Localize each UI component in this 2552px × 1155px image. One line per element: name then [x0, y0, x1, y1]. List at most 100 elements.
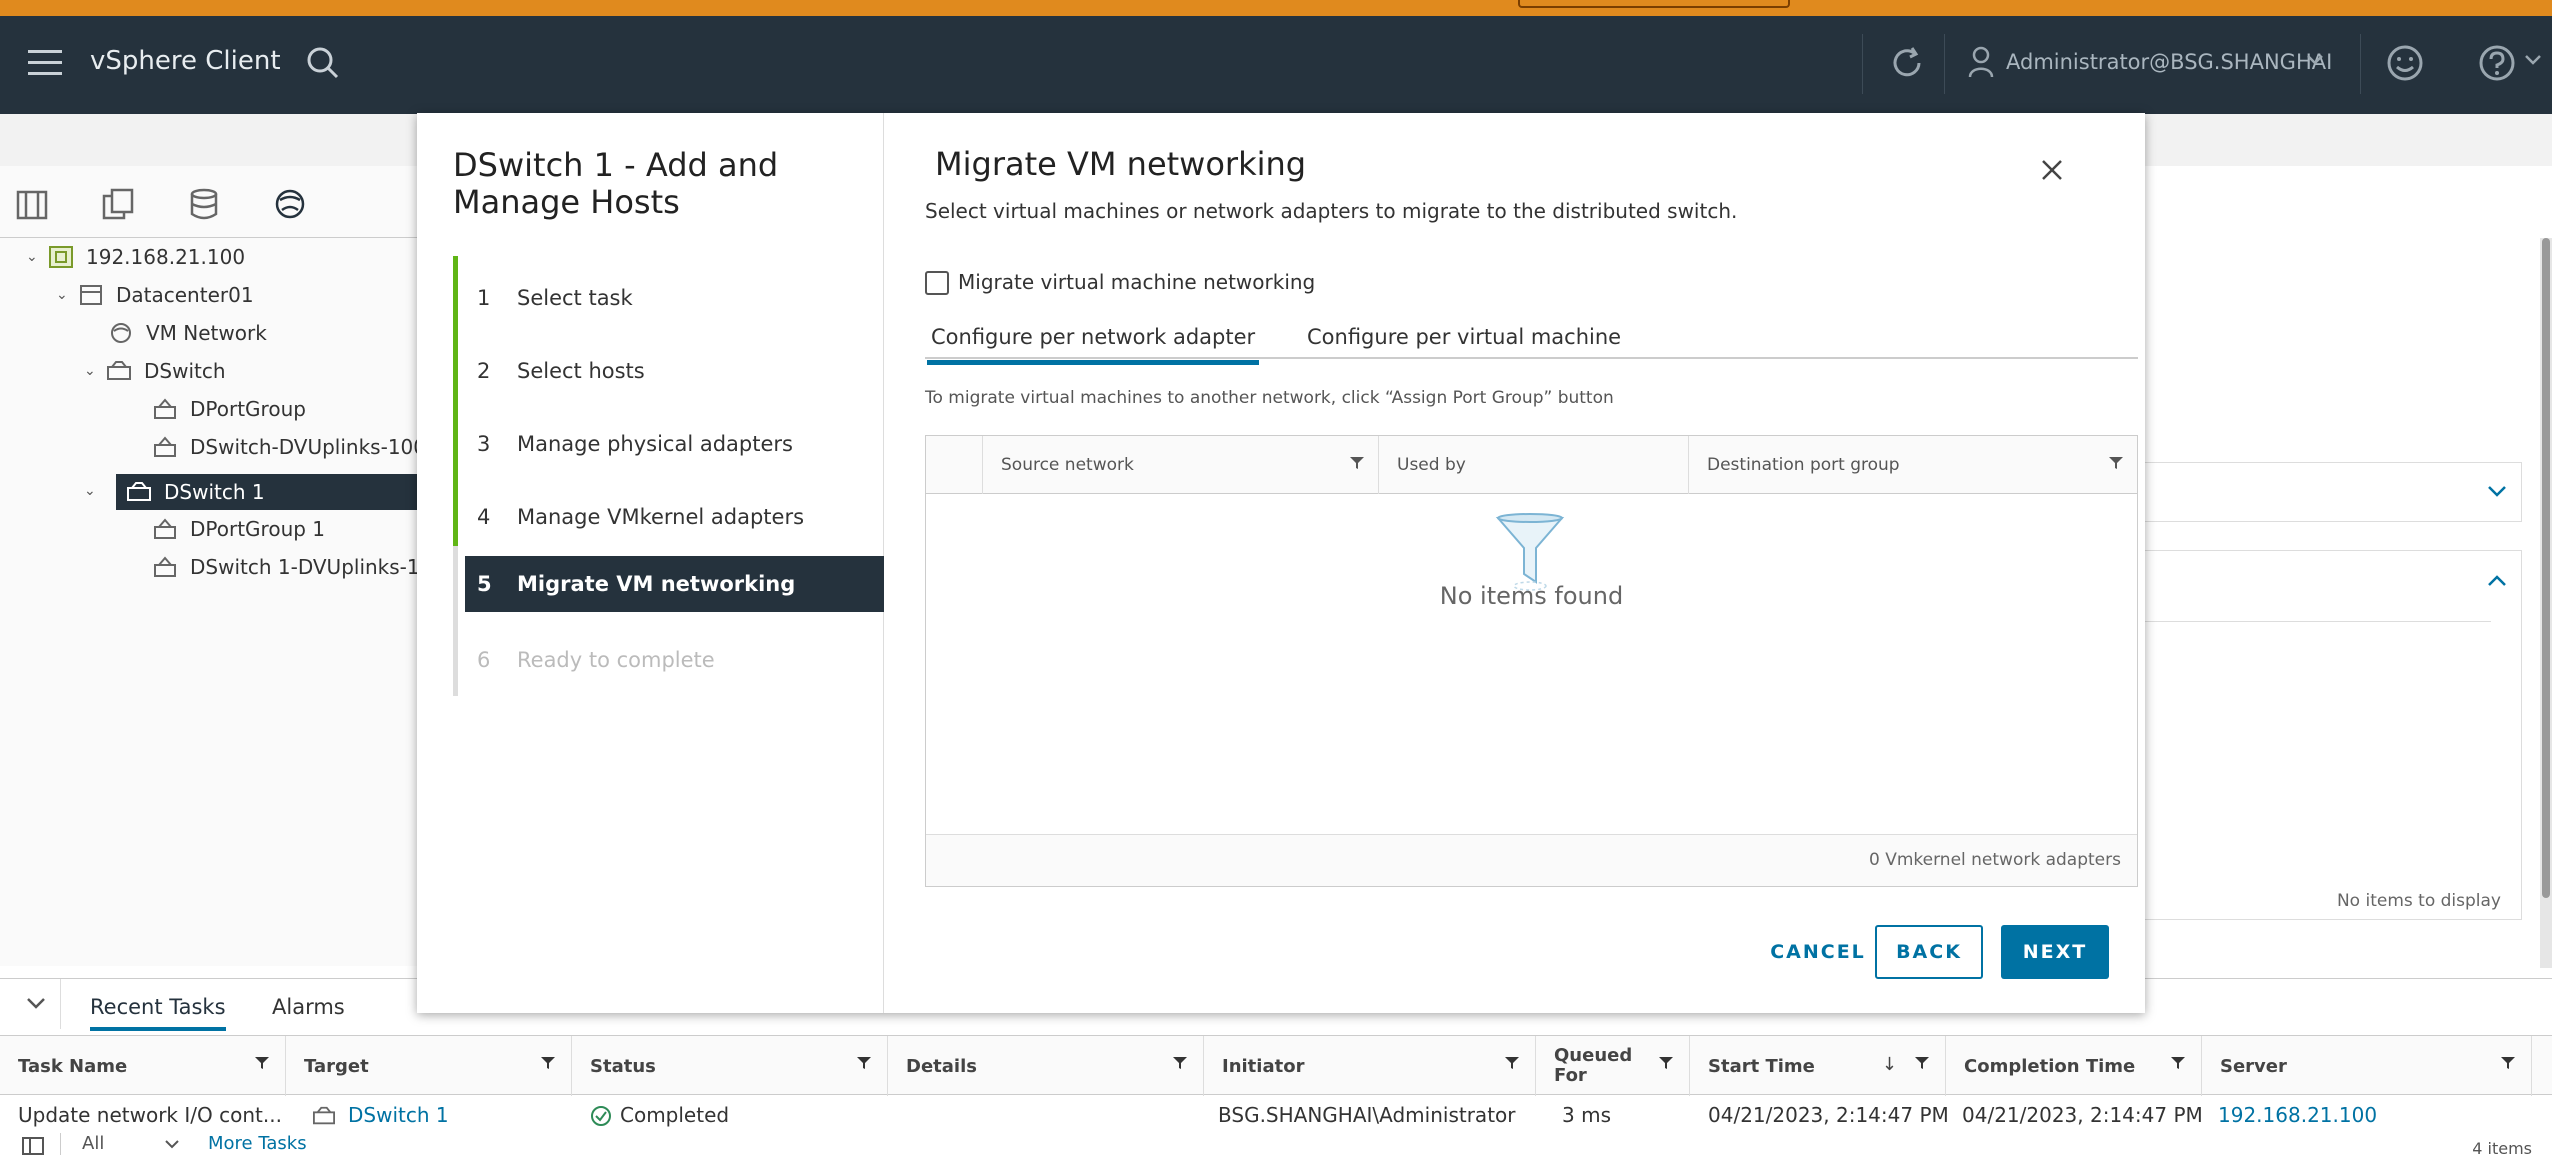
tab-per-virtual-machine[interactable]: Configure per virtual machine — [1307, 325, 1621, 349]
table-row[interactable]: Update network I/O cont... DSwitch 1 Com… — [0, 1097, 2552, 1133]
filter-icon[interactable] — [2501, 1056, 2515, 1070]
networking-icon[interactable] — [272, 186, 308, 222]
tree-item-label: DSwitch — [144, 359, 226, 383]
close-icon[interactable] — [2039, 157, 2065, 183]
tree-item-uplinks-1[interactable]: DSwitch 1-DVUplinks-1011 — [152, 550, 458, 584]
tree-item-uplinks[interactable]: DSwitch-DVUplinks-1002 — [152, 430, 439, 464]
chevron-down-icon[interactable]: ⌄ — [84, 483, 106, 499]
tab-per-network-adapter[interactable]: Configure per network adapter — [926, 325, 1260, 365]
column-server[interactable]: Server — [2202, 1036, 2532, 1096]
migrate-vm-networking-checkbox[interactable] — [925, 271, 949, 295]
progress-bar-completed — [453, 256, 458, 546]
chevron-down-icon[interactable]: ⌄ — [56, 287, 78, 303]
user-icon[interactable] — [1968, 46, 1994, 78]
tree-item-dswitch-1[interactable]: DSwitch 1 — [116, 474, 452, 510]
filter-icon[interactable] — [857, 1056, 871, 1070]
tree-item-dswitch-1-caret[interactable]: ⌄ — [84, 474, 106, 508]
filter-icon[interactable] — [1659, 1056, 1673, 1070]
search-icon[interactable] — [306, 46, 340, 80]
chevron-up-icon[interactable] — [2487, 573, 2507, 587]
filter-icon[interactable] — [2171, 1056, 2185, 1070]
chevron-down-icon[interactable] — [26, 997, 46, 1011]
step-manage-vmkernel-adapters[interactable]: 4 Manage VMkernel adapters — [465, 489, 884, 545]
column-details[interactable]: Details — [888, 1036, 1204, 1096]
chevron-down-icon[interactable] — [164, 1139, 180, 1149]
cancel-button[interactable]: CANCEL — [1748, 925, 1888, 979]
no-items-text: No items to display — [2336, 891, 2501, 911]
column-initiator[interactable]: Initiator — [1204, 1036, 1536, 1096]
checkbox-label: Migrate virtual machine networking — [958, 270, 1316, 294]
more-tasks-link[interactable]: More Tasks — [208, 1133, 307, 1154]
chevron-down-icon[interactable]: ⌄ — [26, 249, 48, 265]
user-menu[interactable]: Administrator@BSG.SHANGHAI — [2006, 50, 2332, 74]
column-destination-port-group[interactable]: Destination port group — [1688, 436, 2137, 494]
column-status[interactable]: Status — [572, 1036, 888, 1096]
network-icon — [111, 323, 131, 343]
filter-icon[interactable] — [1350, 456, 1364, 470]
sort-down-icon[interactable]: ↓ — [1882, 1054, 1897, 1075]
column-toggle-icon[interactable] — [22, 1137, 44, 1155]
step-select-task[interactable]: 1 Select task — [465, 270, 884, 326]
storage-icon[interactable] — [186, 186, 222, 222]
filter-icon[interactable] — [2109, 456, 2123, 470]
tree-item-vm-network[interactable]: VM Network — [108, 316, 267, 350]
column-start-time[interactable]: Start Time ↓ — [1690, 1036, 1946, 1096]
column-target[interactable]: Target — [286, 1036, 572, 1096]
uplink-icon — [154, 556, 176, 577]
step-select-hosts[interactable]: 2 Select hosts — [465, 343, 884, 399]
vms-templates-icon[interactable] — [100, 186, 136, 222]
empty-funnel-icon — [1495, 513, 1565, 591]
tree-item-dportgroup-1[interactable]: DPortGroup 1 — [152, 512, 325, 546]
tree-item-label: Datacenter01 — [116, 283, 254, 307]
tree-item-datacenter[interactable]: ⌄ Datacenter01 — [56, 278, 254, 312]
dswitch-icon — [107, 361, 131, 380]
feedback-smiley-icon[interactable] — [2386, 44, 2424, 82]
column-completion-time[interactable]: Completion Time — [1946, 1036, 2202, 1096]
tab-recent-tasks[interactable]: Recent Tasks — [90, 995, 226, 1031]
filter-icon[interactable] — [1915, 1056, 1929, 1070]
server-link[interactable]: 192.168.21.100 — [2218, 1103, 2377, 1127]
menu-icon[interactable] — [28, 50, 62, 78]
next-button[interactable]: NEXT — [2001, 925, 2109, 979]
initiator-cell: BSG.SHANGHAI\Administrator — [1218, 1103, 1516, 1127]
header-divider — [2360, 34, 2361, 94]
page-scrollbar[interactable] — [2540, 238, 2552, 968]
tree-item-dswitch[interactable]: ⌄ DSwitch — [84, 354, 226, 388]
column-queued-for[interactable]: Queued For — [1536, 1036, 1690, 1096]
tab-alarms[interactable]: Alarms — [272, 995, 345, 1019]
task-filter-select[interactable]: All — [82, 1133, 104, 1154]
filter-icon[interactable] — [1173, 1056, 1187, 1070]
help-icon[interactable] — [2478, 44, 2516, 82]
tree-item-label: DPortGroup 1 — [190, 517, 326, 541]
grid-header: Source network Used by Destination port … — [926, 436, 2137, 494]
hosts-clusters-icon[interactable] — [14, 186, 50, 222]
step-manage-physical-adapters[interactable]: 3 Manage physical adapters — [465, 416, 884, 472]
column-used-by[interactable]: Used by — [1378, 436, 1688, 494]
status-cell: Completed — [620, 1103, 730, 1127]
queued-for-cell: 3 ms — [1562, 1103, 1611, 1127]
filter-icon[interactable] — [255, 1056, 269, 1070]
filter-icon[interactable] — [1505, 1056, 1519, 1070]
completion-time-cell: 04/21/2023, 2:14:47 PM — [1962, 1103, 2203, 1127]
tree-item-dportgroup[interactable]: DPortGroup — [152, 392, 306, 426]
chevron-down-icon[interactable] — [2487, 485, 2507, 499]
dswitch-icon — [127, 482, 151, 501]
tree-item-vcenter[interactable]: ⌄ 192.168.21.100 — [26, 240, 245, 274]
target-link[interactable]: DSwitch 1 — [348, 1103, 449, 1127]
vcenter-icon — [49, 246, 73, 268]
banner-action-button[interactable] — [1518, 0, 1790, 8]
filter-icon[interactable] — [541, 1056, 555, 1070]
chevron-down-icon[interactable]: ⌄ — [84, 363, 106, 379]
column-source-network[interactable]: Source network — [982, 436, 1378, 494]
column-task-name[interactable]: Task Name — [0, 1036, 286, 1096]
step-ready-to-complete: 6 Ready to complete — [477, 648, 715, 672]
grid-item-count: 0 Vmkernel network adapters — [1869, 850, 2121, 870]
back-button[interactable]: BACK — [1875, 925, 1983, 979]
start-time-cell: 04/21/2023, 2:14:47 PM — [1708, 1103, 1949, 1127]
tree-item-label: 192.168.21.100 — [86, 245, 246, 269]
chevron-down-icon[interactable] — [2524, 54, 2542, 66]
refresh-icon[interactable] — [1888, 44, 1926, 82]
tree-item-label: DSwitch-DVUplinks-1002 — [190, 435, 439, 459]
chevron-down-icon[interactable] — [2306, 54, 2324, 66]
step-migrate-vm-networking[interactable]: 5 Migrate VM networking — [465, 556, 884, 612]
